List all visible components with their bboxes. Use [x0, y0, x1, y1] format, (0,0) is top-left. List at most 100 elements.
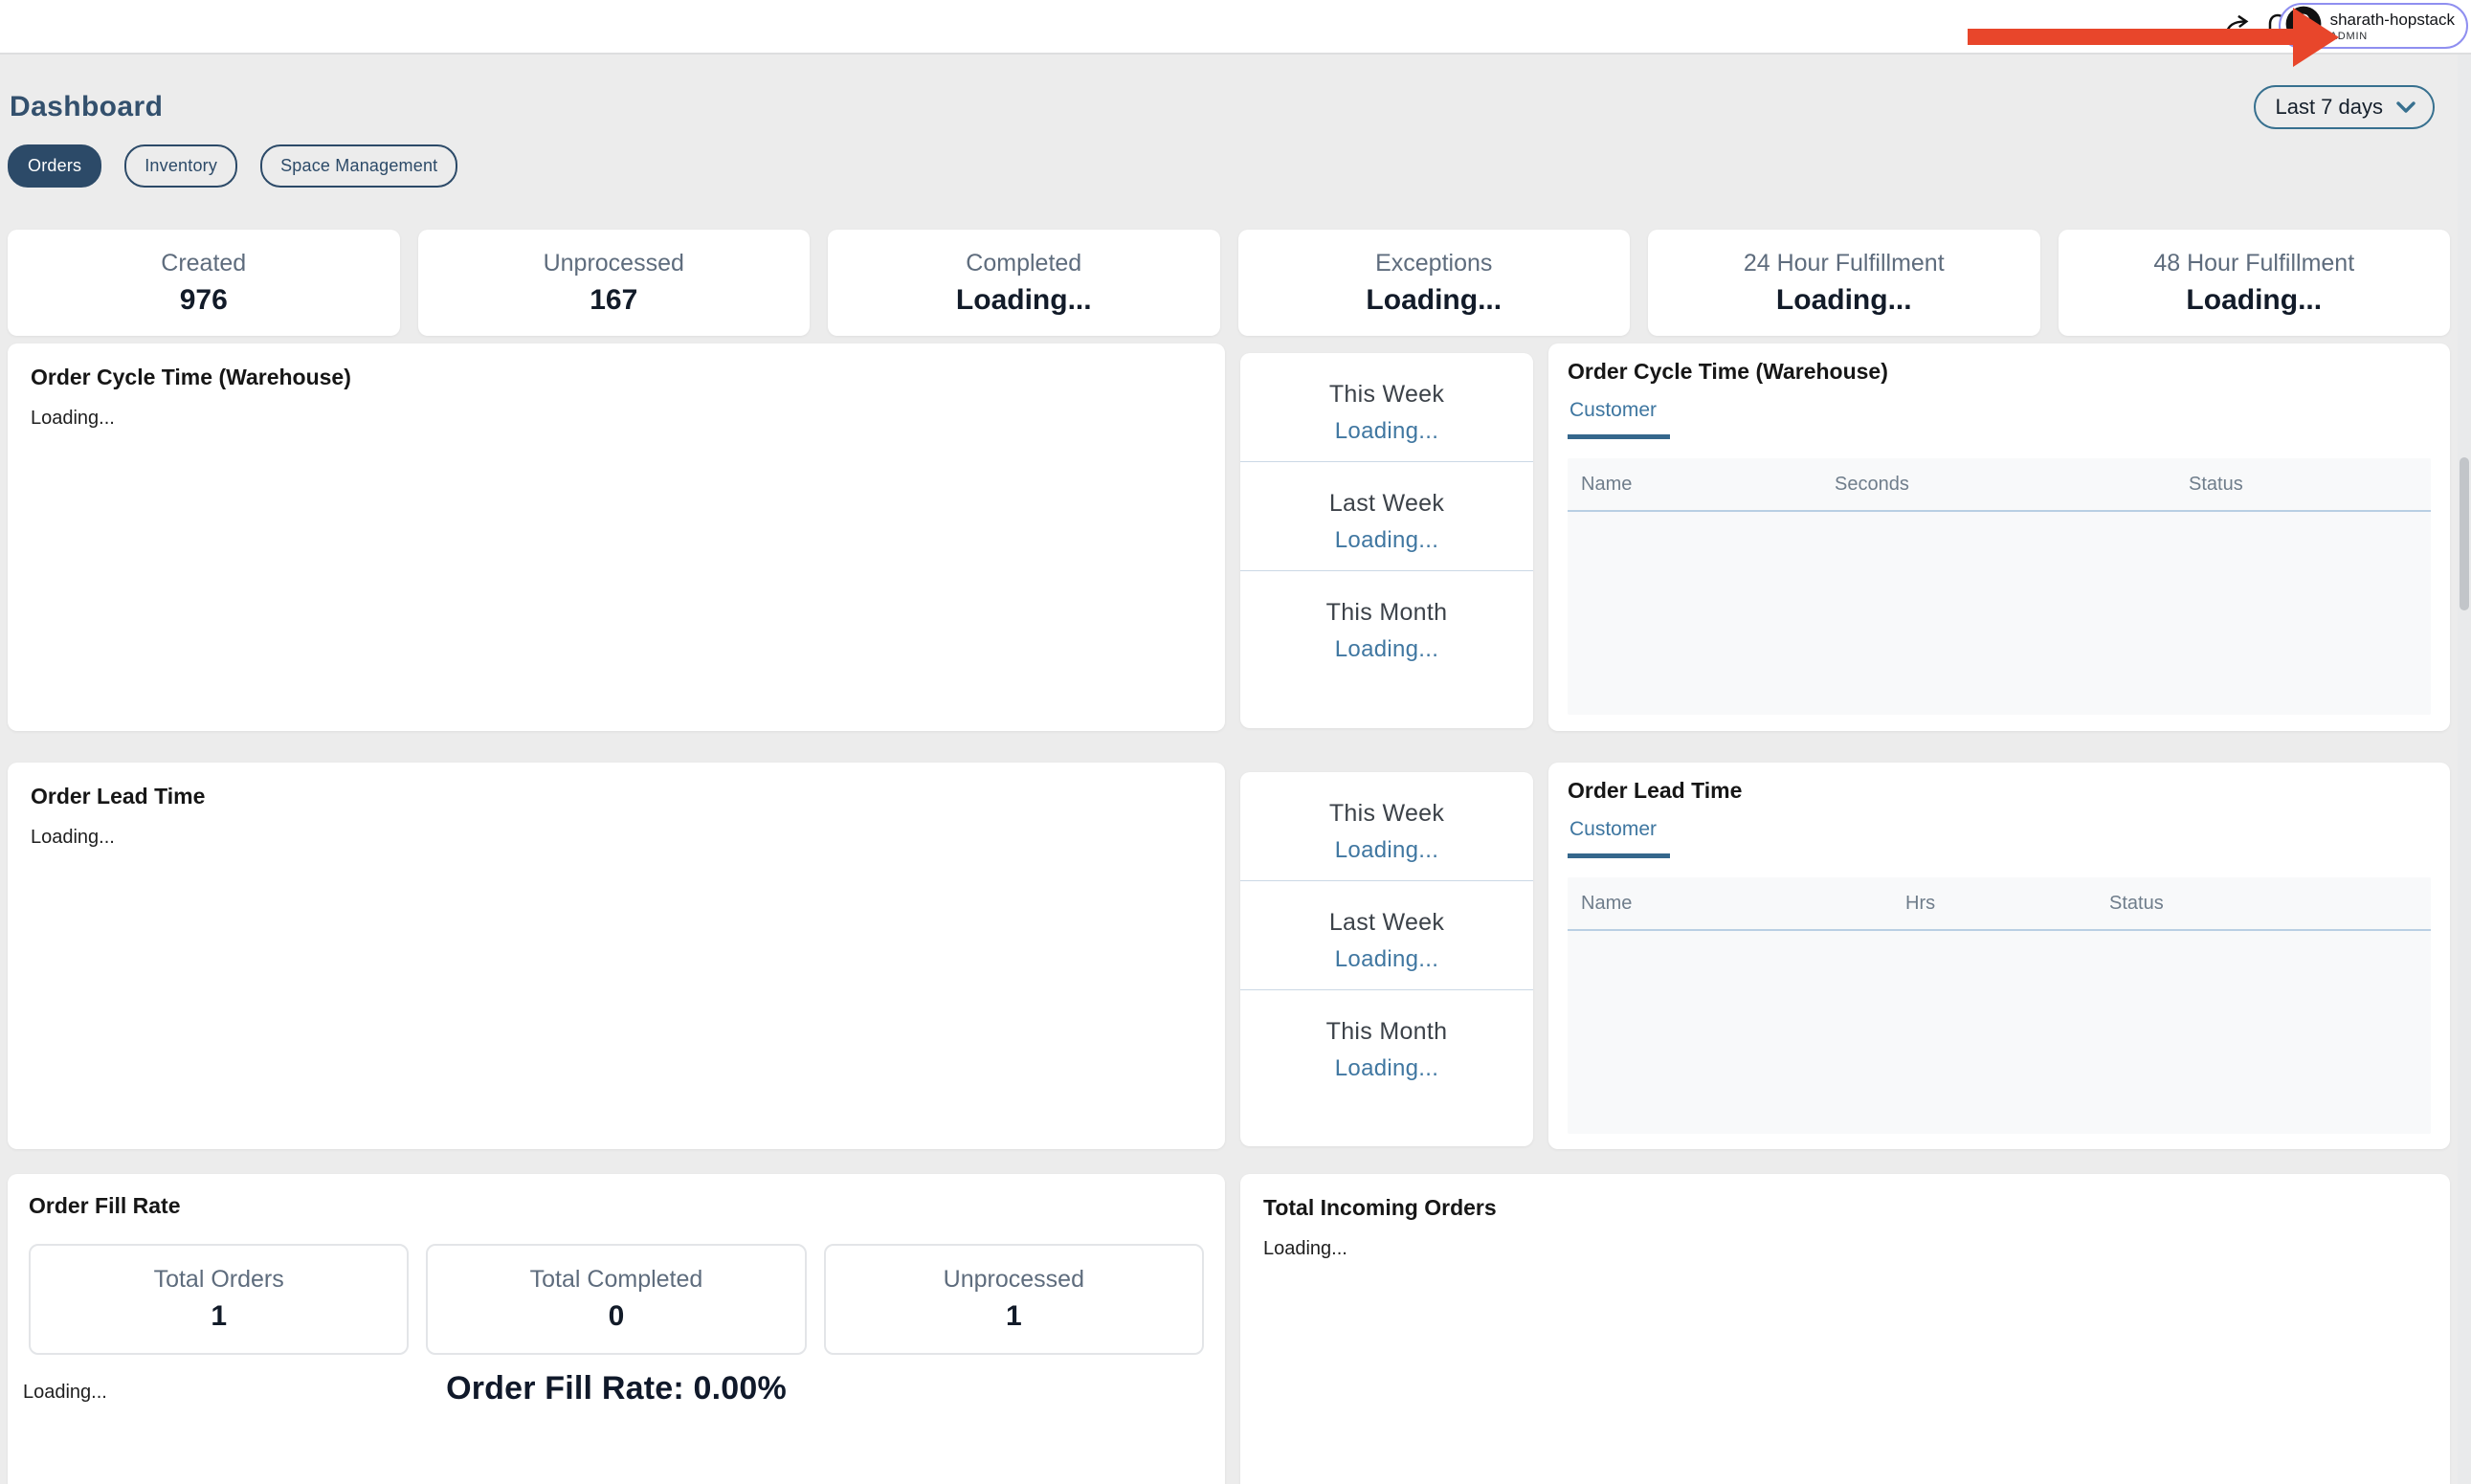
- stat-value: Loading...: [956, 284, 1092, 317]
- stat-value: Loading...: [1366, 284, 1502, 317]
- column-header-status: Status: [2096, 893, 2431, 915]
- summary-value: Loading...: [1240, 1055, 1533, 1082]
- loading-text: Loading...: [23, 1382, 107, 1404]
- order-cycle-time-row: Order Cycle Time (Warehouse) Loading... …: [8, 343, 2450, 731]
- summary-label: Last Week: [1240, 490, 1533, 518]
- tab-inventory[interactable]: Inventory: [124, 144, 237, 188]
- total-incoming-orders-panel: Total Incoming Orders Loading...: [1240, 1174, 2450, 1484]
- column-header-hrs: Hrs: [1892, 893, 2096, 915]
- panel-title: Order Cycle Time (Warehouse): [1568, 359, 2431, 385]
- annotation-arrow-shaft: [1968, 29, 2295, 45]
- summary-this-month: This Month Loading...: [1240, 571, 1533, 728]
- user-role: ADMIN: [2330, 31, 2455, 42]
- mini-card-total-completed: Total Completed 0: [426, 1244, 806, 1355]
- column-header-name: Name: [1568, 474, 1821, 496]
- tab-space-management[interactable]: Space Management: [260, 144, 457, 188]
- order-lead-time-summary-card: This Week Loading... Last Week Loading..…: [1240, 772, 1533, 1146]
- topbar: sharath-hopstack ADMIN: [0, 0, 2471, 55]
- panel-title: Order Lead Time: [1568, 778, 2431, 804]
- loading-text: Loading...: [31, 827, 1202, 849]
- summary-this-month: This Month Loading...: [1240, 990, 1533, 1146]
- stat-label: Unprocessed: [544, 250, 684, 277]
- cycle-time-table: Name Seconds Status: [1568, 458, 2431, 715]
- user-name: sharath-hopstack: [2330, 11, 2455, 30]
- summary-label: This Month: [1240, 599, 1533, 627]
- fill-rate-stats: Total Orders 1 Total Completed 0 Unproce…: [29, 1244, 1204, 1355]
- page-header: Dashboard Last 7 days: [10, 85, 2450, 129]
- date-range-label: Last 7 days: [2275, 95, 2383, 120]
- stat-label: Total Orders: [154, 1266, 284, 1294]
- order-fill-rate-panel: Order Fill Rate Total Orders 1 Total Com…: [8, 1174, 1225, 1484]
- bottom-row: Order Fill Rate Total Orders 1 Total Com…: [8, 1174, 2450, 1484]
- order-cycle-time-chart-panel: Order Cycle Time (Warehouse) Loading...: [8, 343, 1225, 731]
- summary-value: Loading...: [1240, 946, 1533, 973]
- stat-label: Created: [161, 250, 246, 277]
- summary-label: This Month: [1240, 1018, 1533, 1046]
- stat-label: Unprocessed: [944, 1266, 1084, 1294]
- vertical-scrollbar-thumb[interactable]: [2460, 457, 2469, 610]
- stat-value: Loading...: [2186, 284, 2322, 317]
- summary-label: This Week: [1240, 800, 1533, 828]
- summary-this-week: This Week Loading...: [1240, 772, 1533, 881]
- column-header-name: Name: [1568, 893, 1892, 915]
- table-body-empty: [1568, 512, 2431, 715]
- tab-customer[interactable]: Customer: [1568, 818, 1670, 858]
- panel-title: Order Cycle Time (Warehouse): [31, 365, 1202, 390]
- order-fill-rate-summary: Order Fill Rate: 0.00%: [29, 1370, 1204, 1407]
- tab-orders[interactable]: Orders: [8, 144, 101, 188]
- stat-value: 1: [211, 1300, 227, 1333]
- stat-card-unprocessed: Unprocessed 167: [418, 230, 811, 336]
- date-range-dropdown[interactable]: Last 7 days: [2254, 85, 2435, 129]
- stat-value: 976: [180, 284, 228, 317]
- stat-card-24h-fulfillment: 24 Hour Fulfillment Loading...: [1648, 230, 2040, 336]
- stat-card-created: Created 976: [8, 230, 400, 336]
- loading-text: Loading...: [1263, 1238, 2427, 1260]
- stat-cards-row: Created 976 Unprocessed 167 Completed Lo…: [8, 230, 2450, 336]
- order-lead-time-table-panel: Order Lead Time Customer Name Hrs Status: [1548, 763, 2450, 1149]
- table-body-empty: [1568, 931, 2431, 1134]
- stat-card-48h-fulfillment: 48 Hour Fulfillment Loading...: [2059, 230, 2451, 336]
- column-header-status: Status: [2175, 474, 2431, 496]
- summary-this-week: This Week Loading...: [1240, 353, 1533, 462]
- summary-value: Loading...: [1240, 636, 1533, 663]
- panel-title: Total Incoming Orders: [1263, 1195, 2427, 1221]
- page-title: Dashboard: [10, 91, 163, 123]
- order-cycle-time-table-panel: Order Cycle Time (Warehouse) Customer Na…: [1548, 343, 2450, 731]
- panel-title: Order Fill Rate: [29, 1193, 1204, 1219]
- stat-value: 167: [590, 284, 637, 317]
- summary-value: Loading...: [1240, 418, 1533, 445]
- dashboard-content: Dashboard Last 7 days Orders Inventory S…: [0, 85, 2471, 1484]
- summary-label: Last Week: [1240, 909, 1533, 937]
- summary-value: Loading...: [1240, 527, 1533, 554]
- stat-label: 48 Hour Fulfillment: [2153, 250, 2354, 277]
- stat-value: 0: [609, 1300, 625, 1333]
- column-header-seconds: Seconds: [1821, 474, 2175, 496]
- order-lead-time-chart-panel: Order Lead Time Loading...: [8, 763, 1225, 1149]
- stat-label: Exceptions: [1375, 250, 1492, 277]
- dashboard-tabs: Orders Inventory Space Management: [8, 144, 2450, 188]
- stat-label: Completed: [966, 250, 1081, 277]
- stat-value: 1: [1006, 1300, 1022, 1333]
- stat-card-exceptions: Exceptions Loading...: [1238, 230, 1631, 336]
- order-cycle-time-summary-card: This Week Loading... Last Week Loading..…: [1240, 353, 1533, 728]
- mini-card-total-orders: Total Orders 1: [29, 1244, 409, 1355]
- fill-rate-footer: Loading... Order Fill Rate: 0.00%: [29, 1370, 1204, 1407]
- panel-title: Order Lead Time: [31, 784, 1202, 809]
- summary-value: Loading...: [1240, 837, 1533, 864]
- stat-label: Total Completed: [530, 1266, 703, 1294]
- stat-value: Loading...: [1776, 284, 1912, 317]
- chevron-down-icon: [2396, 95, 2415, 120]
- table-header-row: Name Seconds Status: [1568, 458, 2431, 512]
- tab-customer[interactable]: Customer: [1568, 399, 1670, 439]
- summary-label: This Week: [1240, 381, 1533, 409]
- summary-last-week: Last Week Loading...: [1240, 881, 1533, 990]
- mini-card-unprocessed: Unprocessed 1: [824, 1244, 1204, 1355]
- annotation-arrow-head: [2293, 8, 2339, 67]
- summary-last-week: Last Week Loading...: [1240, 462, 1533, 571]
- vertical-scrollbar-track[interactable]: [2458, 55, 2471, 1484]
- lead-time-table: Name Hrs Status: [1568, 877, 2431, 1134]
- loading-text: Loading...: [31, 408, 1202, 430]
- order-lead-time-row: Order Lead Time Loading... This Week Loa…: [8, 763, 2450, 1143]
- table-header-row: Name Hrs Status: [1568, 877, 2431, 931]
- stat-card-completed: Completed Loading...: [828, 230, 1220, 336]
